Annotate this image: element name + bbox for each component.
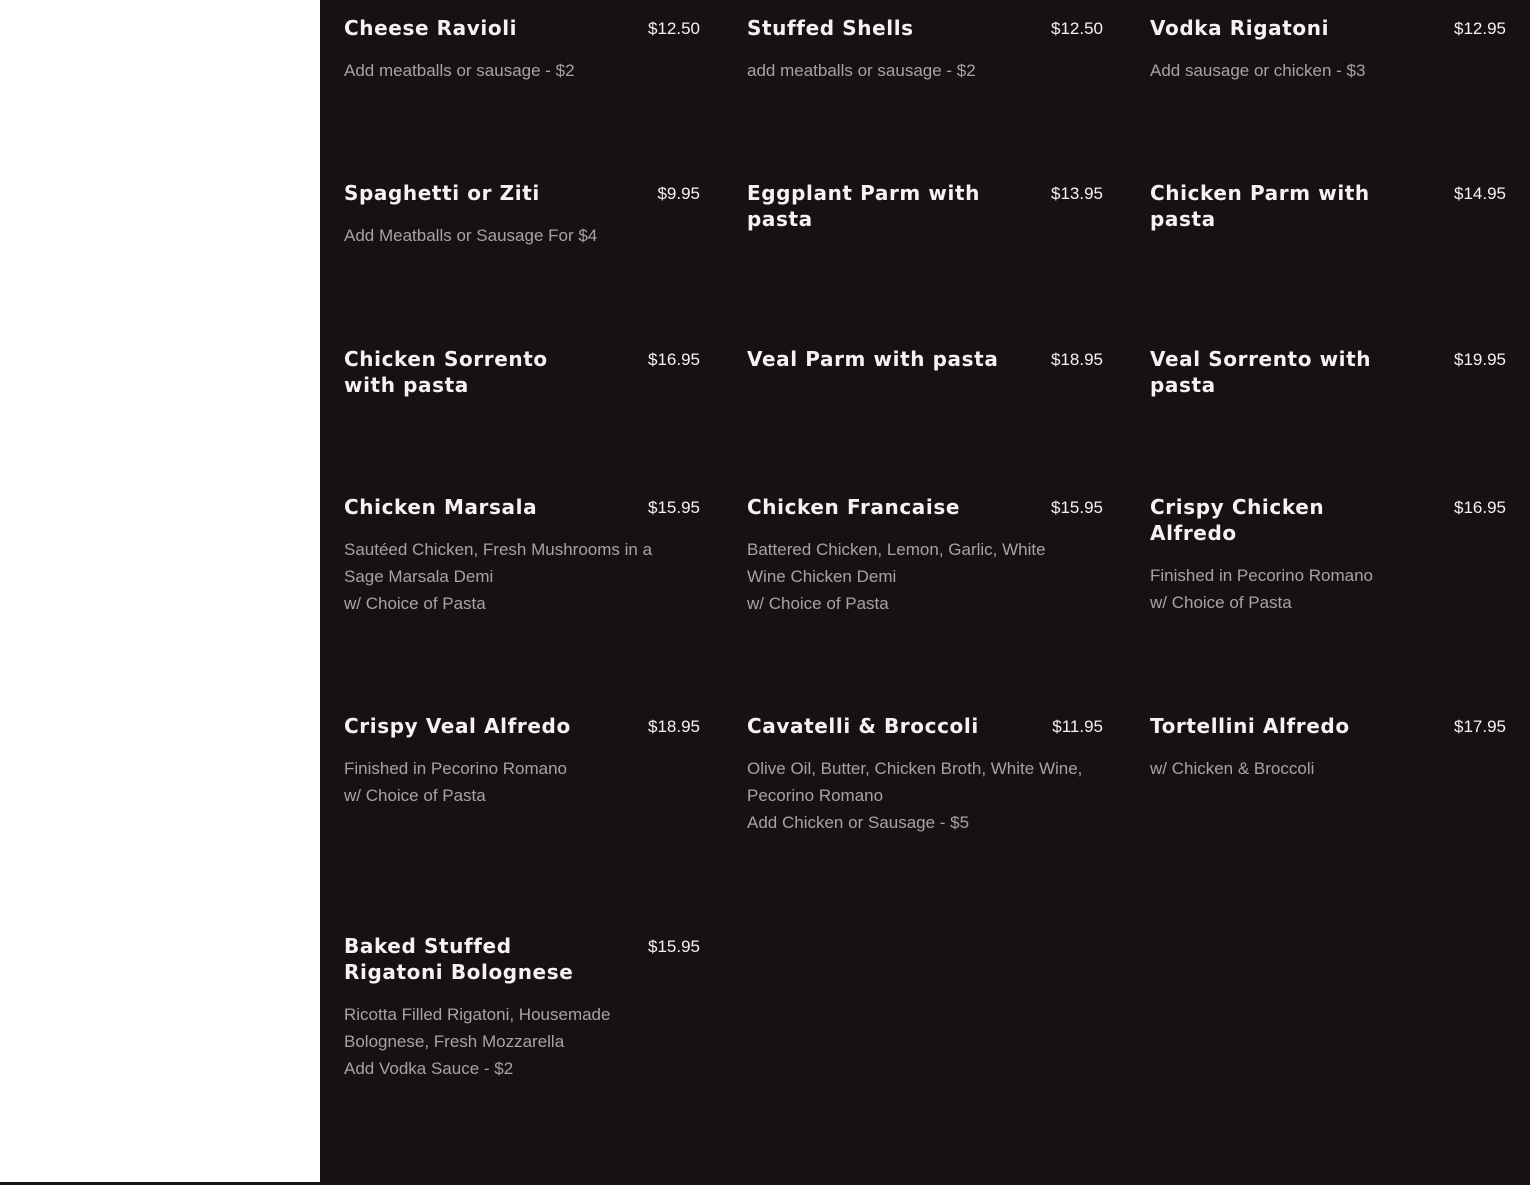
item-header: Baked Stuffed Rigatoni Bolognese $15.95 xyxy=(344,933,700,985)
item-description: Finished in Pecorino Romano w/ Choice of… xyxy=(344,755,700,809)
item-name: Crispy Veal Alfredo xyxy=(344,714,571,738)
menu-item-chicken-marsala: Chicken Marsala $15.95 Sautéed Chicken, … xyxy=(344,494,700,617)
item-price: $12.50 xyxy=(1051,19,1103,38)
menu-panel: Cheese Ravioli $12.50 Add meatballs or s… xyxy=(320,0,1530,1182)
menu-item-cheese-ravioli: Cheese Ravioli $12.50 Add meatballs or s… xyxy=(344,15,700,84)
item-name: Veal Sorrento with pasta xyxy=(1150,347,1372,397)
item-price: $18.95 xyxy=(648,717,700,736)
item-name: Chicken Sorrento with pasta xyxy=(344,347,548,397)
item-price: $11.95 xyxy=(1052,717,1103,736)
item-name: Baked Stuffed Rigatoni Bolognese xyxy=(344,934,574,984)
item-price: $17.95 xyxy=(1454,717,1506,736)
menu-item-tortellini-alfredo: Tortellini Alfredo $17.95 w/ Chicken & B… xyxy=(1150,713,1506,782)
item-name: Vodka Rigatoni xyxy=(1150,16,1330,40)
item-price: $13.95 xyxy=(1051,184,1103,203)
item-header: Chicken Parm with pasta $14.95 xyxy=(1150,180,1506,232)
item-price: $19.95 xyxy=(1454,350,1506,369)
item-price: $15.95 xyxy=(648,498,700,517)
menu-item-crispy-chicken-alfredo: Crispy Chicken Alfredo $16.95 Finished i… xyxy=(1150,494,1506,616)
item-price: $16.95 xyxy=(1454,498,1506,517)
item-header: Crispy Veal Alfredo $18.95 xyxy=(344,713,700,739)
item-name: Cheese Ravioli xyxy=(344,16,518,40)
item-price: $12.95 xyxy=(1454,19,1506,38)
description-line: Add Vodka Sauce - $2 xyxy=(344,1059,514,1078)
item-name: Cavatelli & Broccoli xyxy=(747,714,979,738)
menu-item-stuffed-shells: Stuffed Shells $12.50 add meatballs or s… xyxy=(747,15,1103,84)
item-header: Chicken Marsala $15.95 xyxy=(344,494,700,520)
description-line: Battered Chicken, Lemon, Garlic, White xyxy=(747,540,1046,559)
item-header: Veal Parm with pasta $18.95 xyxy=(747,346,1103,372)
item-header: Vodka Rigatoni $12.95 xyxy=(1150,15,1506,41)
item-price: $16.95 xyxy=(648,350,700,369)
item-description: w/ Chicken & Broccoli xyxy=(1150,755,1506,782)
item-price: $14.95 xyxy=(1454,184,1506,203)
item-header: Eggplant Parm with pasta $13.95 xyxy=(747,180,1103,232)
menu-item-spaghetti-or-ziti: Spaghetti or Ziti $9.95 Add Meatballs or… xyxy=(344,180,700,249)
item-price: $15.95 xyxy=(1051,498,1103,517)
item-description: add meatballs or sausage - $2 xyxy=(747,57,1103,84)
description-line: Pecorino Romano xyxy=(747,786,884,805)
menu-item-veal-sorrento: Veal Sorrento with pasta $19.95 xyxy=(1150,346,1506,398)
description-line: Finished in Pecorino Romano xyxy=(344,759,568,778)
menu-item-chicken-parm: Chicken Parm with pasta $14.95 xyxy=(1150,180,1506,232)
description-line: Olive Oil, Butter, Chicken Broth, White … xyxy=(747,759,1083,778)
item-description: Olive Oil, Butter, Chicken Broth, White … xyxy=(747,755,1103,836)
description-line: w/ Choice of Pasta xyxy=(344,786,486,805)
item-price: $12.50 xyxy=(648,19,700,38)
item-name: Crispy Chicken Alfredo xyxy=(1150,495,1325,545)
description-line: Add sausage or chicken - $3 xyxy=(1150,61,1366,80)
menu-item-eggplant-parm: Eggplant Parm with pasta $13.95 xyxy=(747,180,1103,232)
description-line: w/ Choice of Pasta xyxy=(747,594,889,613)
item-header: Stuffed Shells $12.50 xyxy=(747,15,1103,41)
item-description: Add meatballs or sausage - $2 xyxy=(344,57,700,84)
item-name: Spaghetti or Ziti xyxy=(344,181,540,205)
item-name: Chicken Francaise xyxy=(747,495,961,519)
menu-item-chicken-sorrento: Chicken Sorrento with pasta $16.95 xyxy=(344,346,700,398)
description-line: add meatballs or sausage - $2 xyxy=(747,61,976,80)
item-header: Crispy Chicken Alfredo $16.95 xyxy=(1150,494,1506,546)
description-line: Add Chicken or Sausage - $5 xyxy=(747,813,970,832)
description-line: Finished in Pecorino Romano xyxy=(1150,566,1374,585)
description-line: Add Meatballs or Sausage For $4 xyxy=(344,226,598,245)
menu-item-vodka-rigatoni: Vodka Rigatoni $12.95 Add sausage or chi… xyxy=(1150,15,1506,84)
item-header: Cavatelli & Broccoli $11.95 xyxy=(747,713,1103,739)
description-line: w/ Choice of Pasta xyxy=(1150,593,1292,612)
description-line: Wine Chicken Demi xyxy=(747,567,897,586)
item-description: Finished in Pecorino Romano w/ Choice of… xyxy=(1150,562,1506,616)
description-line: Bolognese, Fresh Mozzarella xyxy=(344,1032,565,1051)
item-price: $15.95 xyxy=(648,937,700,956)
menu-item-chicken-francaise: Chicken Francaise $15.95 Battered Chicke… xyxy=(747,494,1103,617)
item-header: Cheese Ravioli $12.50 xyxy=(344,15,700,41)
menu-item-crispy-veal-alfredo: Crispy Veal Alfredo $18.95 Finished in P… xyxy=(344,713,700,809)
item-header: Chicken Francaise $15.95 xyxy=(747,494,1103,520)
left-blank-area xyxy=(0,0,320,1182)
item-name: Veal Parm with pasta xyxy=(747,347,999,371)
item-description: Battered Chicken, Lemon, Garlic, White W… xyxy=(747,536,1103,617)
item-price: $18.95 xyxy=(1051,350,1103,369)
item-description: Add Meatballs or Sausage For $4 xyxy=(344,222,700,249)
menu-item-baked-stuffed-rigatoni: Baked Stuffed Rigatoni Bolognese $15.95 … xyxy=(344,933,700,1082)
item-description: Sautéed Chicken, Fresh Mushrooms in a Sa… xyxy=(344,536,700,617)
item-header: Spaghetti or Ziti $9.95 xyxy=(344,180,700,206)
description-line: w/ Chicken & Broccoli xyxy=(1150,759,1315,778)
description-line: Ricotta Filled Rigatoni, Housemade xyxy=(344,1005,611,1024)
menu-item-cavatelli-broccoli: Cavatelli & Broccoli $11.95 Olive Oil, B… xyxy=(747,713,1103,836)
item-name: Tortellini Alfredo xyxy=(1150,714,1350,738)
menu-item-veal-parm: Veal Parm with pasta $18.95 xyxy=(747,346,1103,372)
item-description: Ricotta Filled Rigatoni, Housemade Bolog… xyxy=(344,1001,700,1082)
description-line: Sage Marsala Demi xyxy=(344,567,494,586)
item-name: Chicken Parm with pasta xyxy=(1150,181,1370,231)
item-header: Veal Sorrento with pasta $19.95 xyxy=(1150,346,1506,398)
item-header: Chicken Sorrento with pasta $16.95 xyxy=(344,346,700,398)
item-name: Eggplant Parm with pasta xyxy=(747,181,980,231)
item-description: Add sausage or chicken - $3 xyxy=(1150,57,1506,84)
description-line: Sautéed Chicken, Fresh Mushrooms in a xyxy=(344,540,653,559)
item-header: Tortellini Alfredo $17.95 xyxy=(1150,713,1506,739)
description-line: w/ Choice of Pasta xyxy=(344,594,486,613)
description-line: Add meatballs or sausage - $2 xyxy=(344,61,575,80)
item-price: $9.95 xyxy=(657,184,700,203)
item-name: Stuffed Shells xyxy=(747,16,914,40)
item-name: Chicken Marsala xyxy=(344,495,538,519)
